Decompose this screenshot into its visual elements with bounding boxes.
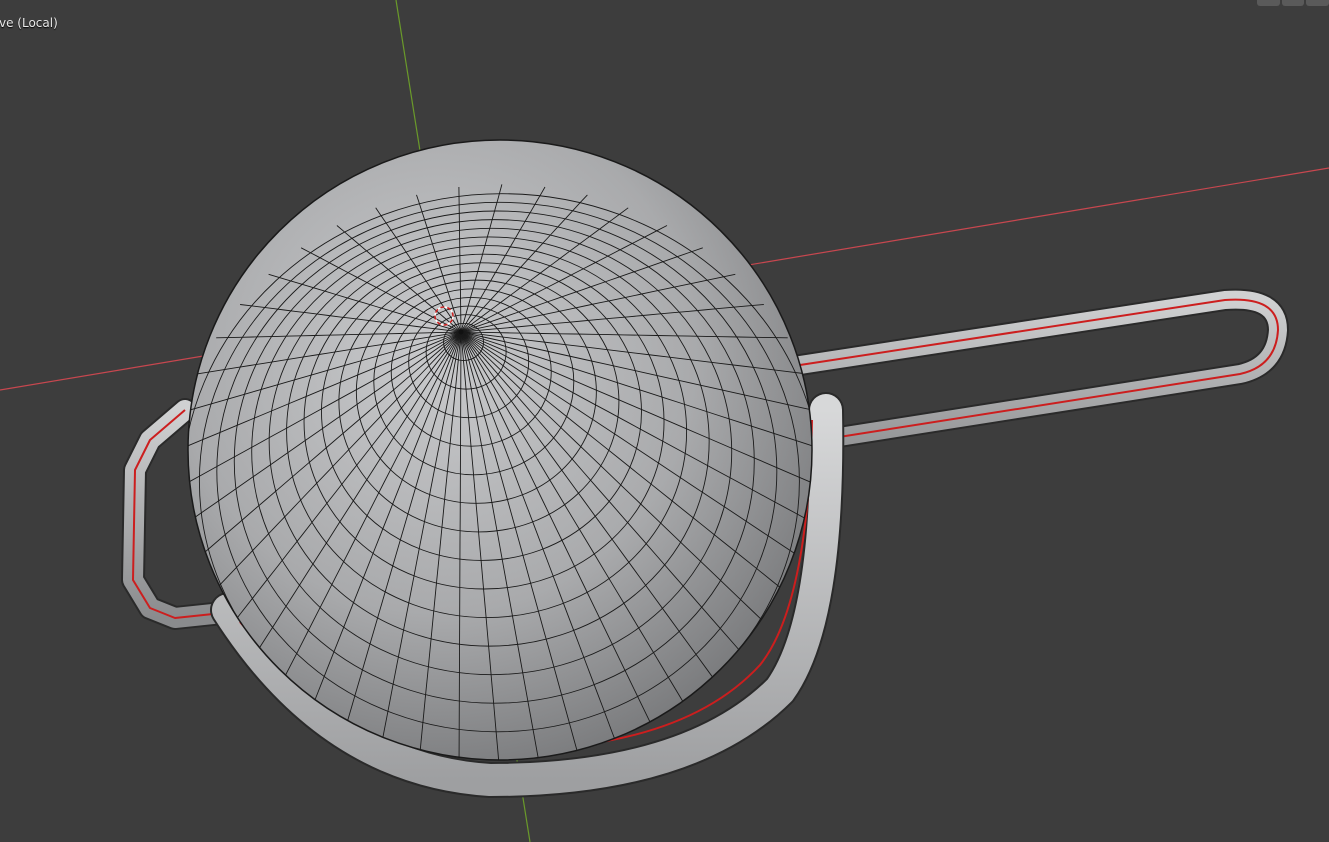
view-button-3[interactable]	[1306, 0, 1329, 6]
bowl-sphere[interactable]	[172, 139, 832, 798]
long-handle[interactable]	[789, 288, 1289, 481]
view-button-2[interactable]	[1281, 0, 1305, 6]
view-button-1[interactable]	[1257, 0, 1280, 6]
viewport-header-buttons	[1257, 0, 1329, 6]
3d-viewport[interactable]: ve (Local)	[0, 0, 1329, 842]
viewport-view-label: ve (Local)	[0, 16, 58, 30]
viewport-scene[interactable]	[0, 0, 1329, 842]
